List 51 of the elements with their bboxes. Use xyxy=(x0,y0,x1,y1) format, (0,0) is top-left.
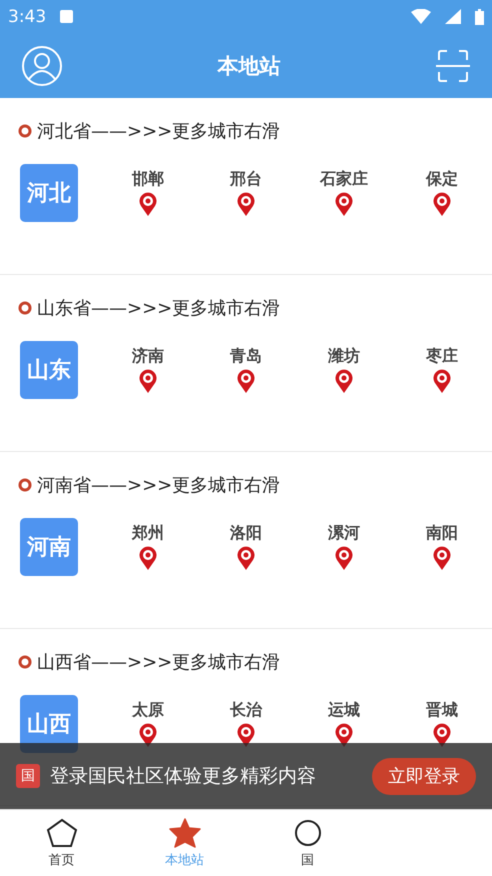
battery-icon xyxy=(475,8,484,24)
ring-icon xyxy=(18,301,32,315)
province-heading: 山东省——>>>更多城市右滑 xyxy=(37,297,280,320)
province-heading: 河南省——>>>更多城市右滑 xyxy=(37,474,280,497)
ring-icon xyxy=(18,478,32,492)
login-button[interactable]: 立即登录 xyxy=(372,758,476,794)
city-name[interactable]: 洛阳 xyxy=(230,523,262,544)
location-pin-icon xyxy=(334,369,354,394)
city-name[interactable]: 长治 xyxy=(230,700,262,721)
nav-tab[interactable]: 国 xyxy=(246,810,369,876)
location-pin-icon xyxy=(334,546,354,571)
app-logo: 国 xyxy=(16,764,40,788)
location-pin-icon xyxy=(236,546,256,571)
status-time: 3:43 xyxy=(8,6,46,26)
user-avatar-icon[interactable] xyxy=(22,46,62,86)
nav-tab[interactable]: 首页 xyxy=(0,810,123,876)
city-name[interactable]: 邢台 xyxy=(230,169,262,190)
star-icon xyxy=(168,818,200,848)
province-heading: 山西省——>>>更多城市右滑 xyxy=(37,651,280,674)
city-name[interactable]: 郑州 xyxy=(132,523,164,544)
location-pin-icon xyxy=(236,192,256,217)
scan-icon[interactable] xyxy=(436,48,470,82)
location-pin-icon xyxy=(138,369,158,394)
city-name[interactable]: 保定 xyxy=(426,169,458,190)
pentagon-icon xyxy=(46,818,78,848)
city-name[interactable]: 晋城 xyxy=(426,700,458,721)
location-pin-icon xyxy=(236,369,256,394)
city-name[interactable]: 潍坊 xyxy=(328,346,360,367)
city-name[interactable]: 青岛 xyxy=(230,346,262,367)
city-name[interactable]: 运城 xyxy=(328,700,360,721)
location-pin-icon xyxy=(432,546,452,571)
location-pin-icon xyxy=(432,369,452,394)
location-pin-icon xyxy=(138,192,158,217)
location-pin-icon xyxy=(334,192,354,217)
ring-icon xyxy=(18,124,32,138)
city-name[interactable]: 邯郸 xyxy=(132,169,164,190)
banner-message: 登录国民社区体验更多精彩内容 xyxy=(50,764,317,789)
page-title: 本地站 xyxy=(218,52,280,80)
city-name[interactable]: 石家庄 xyxy=(320,169,368,190)
city-name[interactable]: 太原 xyxy=(132,700,164,721)
location-pin-icon xyxy=(138,546,158,571)
location-pin-icon xyxy=(432,192,452,217)
city-name[interactable]: 济南 xyxy=(132,346,164,367)
ring-icon xyxy=(18,655,32,669)
province-heading: 河北省——>>>更多城市右滑 xyxy=(37,120,280,143)
city-name[interactable]: 漯河 xyxy=(328,523,360,544)
city-name[interactable]: 枣庄 xyxy=(426,346,458,367)
notification-icon xyxy=(60,10,74,23)
wifi-icon xyxy=(411,9,431,24)
signal-icon xyxy=(445,9,461,24)
city-name[interactable]: 南阳 xyxy=(426,523,458,544)
